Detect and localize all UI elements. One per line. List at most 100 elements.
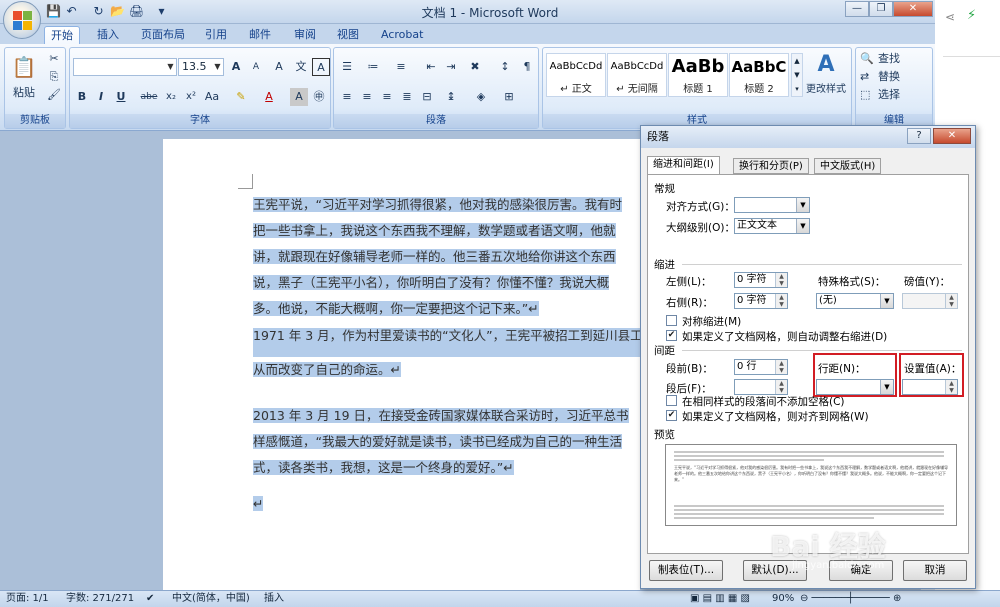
restore-icon[interactable]: ❐ bbox=[869, 1, 893, 17]
change-case-button[interactable]: Aa bbox=[203, 88, 221, 106]
highlight-icon[interactable]: ✎ bbox=[232, 88, 250, 106]
enclose-char-icon[interactable]: ㊥ bbox=[310, 88, 328, 106]
font-color-icon[interactable]: A bbox=[260, 88, 278, 106]
copy-icon[interactable]: ⎘ bbox=[45, 68, 63, 86]
left-indent-field[interactable]: 0 字符 ▲ ▼ bbox=[734, 272, 788, 288]
auto-right-indent-checkbox[interactable]: ✔ bbox=[666, 330, 677, 341]
shading-icon[interactable]: ◈ bbox=[472, 88, 490, 106]
dialog-close-icon[interactable]: ✕ bbox=[933, 128, 971, 144]
subscript-button[interactable]: x₂ bbox=[162, 88, 180, 106]
tab-references[interactable]: 引用 bbox=[199, 26, 233, 44]
select-button[interactable]: 选择 bbox=[878, 86, 900, 104]
paste-icon[interactable]: 📋 bbox=[11, 52, 37, 82]
mirror-indent-checkbox[interactable] bbox=[666, 315, 677, 326]
tab-line-page-breaks[interactable]: 换行和分页(P) bbox=[733, 158, 809, 174]
status-mode[interactable]: 插入 bbox=[264, 591, 284, 607]
numbering-icon[interactable]: ≔ bbox=[364, 58, 382, 76]
special-indent-select[interactable]: (无) ▼ bbox=[816, 293, 894, 309]
select-icon[interactable]: ⬚ bbox=[860, 86, 878, 104]
status-page[interactable]: 页面: 1/1 bbox=[6, 591, 49, 607]
tab-view[interactable]: 视图 bbox=[331, 26, 365, 44]
phonetic-icon[interactable]: 文 bbox=[292, 58, 310, 76]
distributed-icon[interactable]: ⊟ bbox=[418, 88, 436, 106]
align-right-icon[interactable]: ≡ bbox=[378, 88, 396, 106]
tab-acrobat[interactable]: Acrobat bbox=[375, 26, 429, 44]
chinese-layout-icon[interactable]: ✖ bbox=[466, 58, 484, 76]
decrease-indent-icon[interactable]: ⇤ bbox=[422, 58, 440, 76]
doc-line: 式，读各类书，我想，这是一个终身的爱好。”↵ bbox=[253, 460, 514, 475]
clear-format-icon[interactable]: A bbox=[270, 58, 288, 76]
font-name-combo[interactable]: ▼ bbox=[73, 58, 177, 76]
undo-icon[interactable]: ↶ bbox=[63, 3, 80, 20]
cancel-button[interactable]: 取消 bbox=[903, 560, 967, 581]
zoom-level[interactable]: 90% bbox=[772, 591, 794, 607]
outline-select[interactable]: 正文文本 ▼ bbox=[734, 218, 810, 234]
show-marks-icon[interactable]: ¶ bbox=[518, 58, 536, 76]
right-indent-field[interactable]: 0 字符 ▲ ▼ bbox=[734, 293, 788, 309]
proofing-icon[interactable]: ✔ bbox=[146, 591, 154, 607]
tab-page-layout[interactable]: 页面布局 bbox=[135, 26, 191, 44]
multilevel-list-icon[interactable]: ≡ bbox=[392, 58, 410, 76]
shrink-font-icon[interactable]: A bbox=[247, 58, 265, 76]
align-select[interactable]: ▼ bbox=[734, 197, 810, 213]
space-after-field[interactable]: ▲ ▼ bbox=[734, 379, 788, 395]
status-words[interactable]: 字数: 271/271 bbox=[66, 591, 134, 607]
char-border-icon[interactable]: A bbox=[312, 58, 330, 76]
find-button[interactable]: 查找 bbox=[878, 50, 900, 68]
redo-icon[interactable]: ↻ bbox=[90, 3, 107, 20]
bullets-icon[interactable]: ☰ bbox=[338, 58, 356, 76]
style-no-spacing[interactable]: AaBbCcDd ↵ 无间隔 bbox=[607, 53, 667, 97]
change-styles-icon[interactable]: A bbox=[806, 52, 846, 78]
style-normal[interactable]: AaBbCcDd ↵ 正文 bbox=[546, 53, 606, 97]
tab-insert[interactable]: 插入 bbox=[91, 26, 125, 44]
view-buttons-icon[interactable]: ▣ ▤ ▥ ▦ ▧ bbox=[690, 591, 750, 607]
cut-icon[interactable]: ✂ bbox=[45, 50, 63, 68]
change-styles-button[interactable]: 更改样式 bbox=[802, 80, 850, 95]
increase-indent-icon[interactable]: ⇥ bbox=[442, 58, 460, 76]
zoom-slider[interactable]: ⊖ ──────┼────── ⊕ bbox=[800, 591, 901, 607]
style-heading-1[interactable]: AaBb 标题 1 bbox=[668, 53, 728, 97]
office-button[interactable] bbox=[3, 1, 41, 39]
bold-button[interactable]: B bbox=[73, 88, 91, 106]
window-close-icon[interactable]: ✕ bbox=[893, 1, 933, 17]
borders-icon[interactable]: ⊞ bbox=[500, 88, 518, 106]
tabs-button[interactable]: 制表位(T)... bbox=[649, 560, 723, 581]
replace-icon[interactable]: ⇄ bbox=[860, 68, 878, 86]
open-icon[interactable]: 📂 bbox=[109, 3, 126, 20]
align-left-icon[interactable]: ≡ bbox=[338, 88, 356, 106]
style-heading-2[interactable]: AaBbC 标题 2 bbox=[729, 53, 789, 97]
superscript-button[interactable]: x² bbox=[182, 88, 200, 106]
document-page[interactable]: 王宪平说，“习近平对学习抓得很紧，他对我的感染很厉害。我有时 把一些书拿上，我说… bbox=[163, 139, 643, 594]
minimize-icon[interactable]: — bbox=[845, 1, 869, 17]
align-center-icon[interactable]: ≡ bbox=[358, 88, 376, 106]
replace-button[interactable]: 替换 bbox=[878, 68, 900, 86]
snap-to-grid-checkbox[interactable]: ✔ bbox=[666, 410, 677, 421]
no-space-same-style-checkbox[interactable] bbox=[666, 395, 677, 406]
tab-mailings[interactable]: 邮件 bbox=[243, 26, 277, 44]
paste-button[interactable]: 粘贴 bbox=[9, 84, 39, 102]
format-painter-icon[interactable]: 🖌 bbox=[45, 86, 63, 104]
font-size-value: 13.5 bbox=[182, 60, 207, 73]
font-size-combo[interactable]: 13.5 ▼ bbox=[178, 58, 224, 76]
find-icon[interactable]: 🔍 bbox=[860, 50, 878, 68]
justify-icon[interactable]: ≣ bbox=[398, 88, 416, 106]
tab-asian-typography[interactable]: 中文版式(H) bbox=[814, 158, 882, 174]
char-shading-icon[interactable]: A bbox=[290, 88, 308, 106]
save-icon[interactable]: 💾 bbox=[45, 3, 62, 20]
tab-indent-spacing[interactable]: 缩进和间距(I) bbox=[647, 156, 720, 175]
tab-home[interactable]: 开始 bbox=[44, 26, 80, 44]
font-group-label: 字体 bbox=[70, 114, 330, 128]
tab-review[interactable]: 审阅 bbox=[288, 26, 322, 44]
qat-more-icon[interactable]: ▾ bbox=[153, 3, 170, 20]
italic-button[interactable]: I bbox=[92, 88, 110, 106]
status-language[interactable]: 中文(简体，中国) bbox=[172, 591, 250, 607]
print-icon[interactable]: 🖨 bbox=[128, 3, 145, 20]
line-spacing-icon[interactable]: ↨ bbox=[442, 88, 460, 106]
space-before-field[interactable]: 0 行 ▲ ▼ bbox=[734, 359, 788, 375]
strikethrough-button[interactable]: abe bbox=[140, 88, 158, 106]
indent-by-field[interactable]: ▲ ▼ bbox=[902, 293, 958, 309]
help-icon[interactable]: ? bbox=[907, 128, 931, 144]
sort-icon[interactable]: ↕ bbox=[496, 58, 514, 76]
underline-button[interactable]: U bbox=[112, 88, 130, 106]
grow-font-icon[interactable]: A bbox=[227, 58, 245, 76]
